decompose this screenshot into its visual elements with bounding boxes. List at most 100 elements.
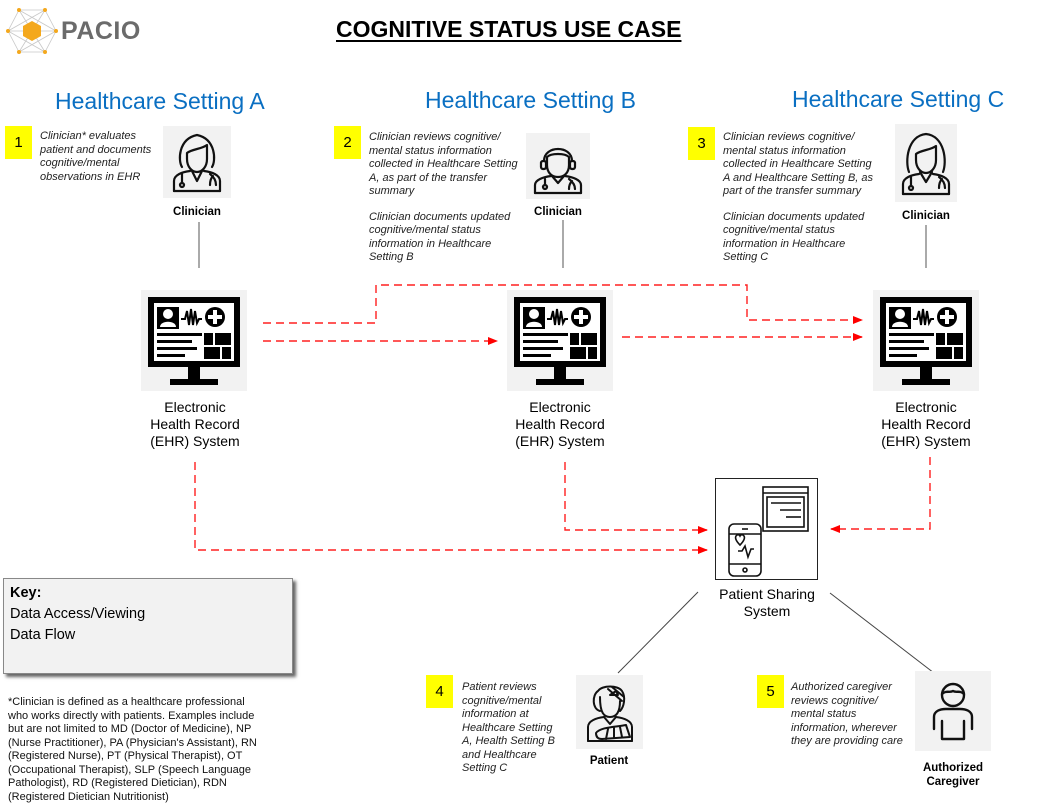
page-title: COGNITIVE STATUS USE CASE bbox=[336, 16, 682, 42]
step-2-line: A, as part of the transfer bbox=[369, 171, 488, 184]
step-badge-4: 4 bbox=[426, 675, 453, 708]
legend-key: Key: Data Access/Viewing Data Flow bbox=[3, 578, 293, 674]
pacio-logo bbox=[6, 8, 58, 59]
step-3-line: mental status information bbox=[723, 144, 846, 157]
step-3-line: part of the transfer summary bbox=[723, 185, 862, 197]
footnote-line: Pathologist), RD (Registered Dietician),… bbox=[8, 777, 227, 789]
ehr-a-label: Electronic Health Record (EHR) System bbox=[120, 399, 270, 450]
ehr-monitor-icon bbox=[514, 296, 606, 385]
legend-flow-label: Data Flow bbox=[10, 627, 76, 643]
sharing-label-line: Patient Sharing bbox=[719, 586, 815, 602]
ehr-label-line: (EHR) System bbox=[150, 433, 240, 449]
ehr-monitor-icon bbox=[148, 296, 240, 385]
clinician-b-tile bbox=[526, 133, 590, 199]
ehr-label-line: (EHR) System bbox=[515, 433, 605, 449]
caregiver-person-icon bbox=[932, 682, 974, 741]
female-clinician-icon bbox=[901, 132, 951, 196]
data-flow-a-to-sharing bbox=[194, 462, 708, 554]
step-3-line: A and Healthcare Setting B, as bbox=[723, 171, 874, 184]
ehr-b-tile bbox=[507, 290, 613, 391]
step-2-line: cognitive/mental status bbox=[369, 224, 481, 236]
step-3-line: Clinician documents updated bbox=[723, 210, 865, 223]
step-4-text: Patient reviews cognitive/mental informa… bbox=[462, 681, 555, 776]
clinician-a-tile bbox=[163, 126, 231, 198]
phone-and-browser-icon bbox=[728, 486, 809, 577]
setting-title-a: Healthcare Setting A bbox=[55, 88, 265, 114]
footnote-line: (Registered Dietician Nutritionist) bbox=[8, 790, 169, 803]
step-3-line: collected in Healthcare Setting bbox=[723, 158, 872, 170]
data-flow-c-to-sharing bbox=[830, 457, 931, 533]
step-4-line: information at bbox=[462, 708, 529, 720]
ehr-label-line: Electronic bbox=[895, 399, 957, 415]
step-4-line: Healthcare Setting bbox=[462, 721, 553, 734]
footnote-line: (Registered Nurse), PT (Physical Therapi… bbox=[8, 750, 243, 762]
step-2-text: Clinician reviews cognitive/ mental stat… bbox=[369, 131, 518, 265]
female-clinician-icon bbox=[172, 133, 222, 193]
step-1-line: observations in EHR bbox=[40, 170, 141, 183]
ehr-label-line: Health Record bbox=[515, 416, 605, 432]
step-badge-5: 5 bbox=[757, 675, 784, 708]
ehr-label-line: Health Record bbox=[881, 416, 971, 432]
role-label-clinician-a: Clinician bbox=[173, 206, 221, 218]
step-badge-3: 3 bbox=[688, 127, 715, 160]
ehr-b-label: Electronic Health Record (EHR) System bbox=[485, 399, 635, 450]
step-5-line: they are providing care bbox=[791, 735, 903, 747]
step-3-line: Clinician reviews cognitive/ bbox=[723, 131, 855, 143]
footnote-line: who works directly with patients. Exampl… bbox=[8, 709, 255, 722]
access-line-caregiver bbox=[829, 592, 935, 674]
step-4-line: A, Health Setting B bbox=[462, 735, 555, 747]
logo-text: PACIO bbox=[61, 17, 141, 45]
ehr-label-line: Health Record bbox=[150, 416, 240, 432]
step-4-line: Setting C bbox=[462, 762, 508, 774]
clinician-footnote: *Clinician is defined as a healthcare pr… bbox=[8, 696, 257, 804]
role-label-clinician-c: Clinician bbox=[902, 210, 950, 222]
step-3-line: information in Healthcare bbox=[723, 237, 846, 250]
step-4-line: and Healthcare bbox=[462, 748, 537, 761]
step-2-line: Clinician reviews cognitive/ bbox=[369, 131, 501, 143]
role-label-caregiver: Authorized Caregiver bbox=[915, 761, 991, 789]
setting-title-c: Healthcare Setting C bbox=[792, 86, 1005, 112]
step-1-text: Clinician* evaluates patient and documen… bbox=[40, 130, 151, 184]
legend-title: Key: bbox=[10, 585, 42, 601]
male-clinician-icon bbox=[533, 147, 583, 195]
step-2-line: information in Healthcare bbox=[369, 237, 492, 250]
step-5-line: Authorized caregiver bbox=[791, 681, 892, 693]
patient-tile bbox=[576, 675, 643, 749]
step-5-line: mental status bbox=[791, 708, 857, 720]
ehr-label-line: Electronic bbox=[164, 399, 226, 415]
step-3-line: Setting C bbox=[723, 251, 769, 263]
ehr-label-line: Electronic bbox=[529, 399, 591, 415]
data-flow-b-to-sharing bbox=[564, 462, 708, 534]
step-3-line: cognitive/mental status bbox=[723, 224, 835, 236]
sharing-label-line: System bbox=[743, 603, 791, 619]
ehr-c-label: Electronic Health Record (EHR) System bbox=[851, 399, 1001, 450]
ehr-a-tile bbox=[141, 290, 247, 391]
caregiver-label-line: Authorized bbox=[922, 762, 984, 774]
footnote-line: (Occupational Therapist), SLP (Speech La… bbox=[8, 763, 251, 776]
step-5-line: reviews cognitive/ bbox=[791, 694, 878, 707]
step-badge-2: 2 bbox=[334, 126, 361, 159]
step-2-line: summary bbox=[369, 185, 415, 197]
injured-patient-icon bbox=[586, 685, 633, 742]
step-2-line: Setting B bbox=[369, 251, 414, 263]
step-badge-1: 1 bbox=[5, 126, 32, 159]
access-line-patient bbox=[617, 591, 699, 674]
step-1-line: patient and documents bbox=[40, 143, 152, 156]
footnote-line: *Clinician is defined as a healthcare pr… bbox=[8, 696, 245, 708]
step-5-line: information, wherever bbox=[791, 721, 897, 734]
ehr-label-line: (EHR) System bbox=[881, 433, 971, 449]
sharing-system-label: Patient Sharing System bbox=[698, 586, 836, 620]
caregiver-label-line: Caregiver bbox=[926, 776, 980, 788]
step-3-text: Clinician reviews cognitive/ mental stat… bbox=[723, 131, 873, 265]
step-5-text: Authorized caregiver reviews cognitive/ … bbox=[791, 681, 903, 749]
role-label-clinician-b: Clinician bbox=[534, 206, 582, 218]
step-1-line: Clinician* evaluates bbox=[40, 130, 136, 142]
legend-access-label: Data Access/Viewing bbox=[10, 606, 146, 622]
ehr-c-tile bbox=[873, 290, 979, 391]
step-4-line: cognitive/mental bbox=[462, 694, 542, 707]
caregiver-tile bbox=[915, 671, 991, 751]
footnote-line: (Nurse Practitioner), PA (Physician's As… bbox=[8, 736, 257, 749]
ehr-monitor-icon bbox=[880, 296, 972, 385]
step-2-line: mental status information bbox=[369, 144, 492, 157]
pacio-network-icon bbox=[6, 8, 58, 54]
